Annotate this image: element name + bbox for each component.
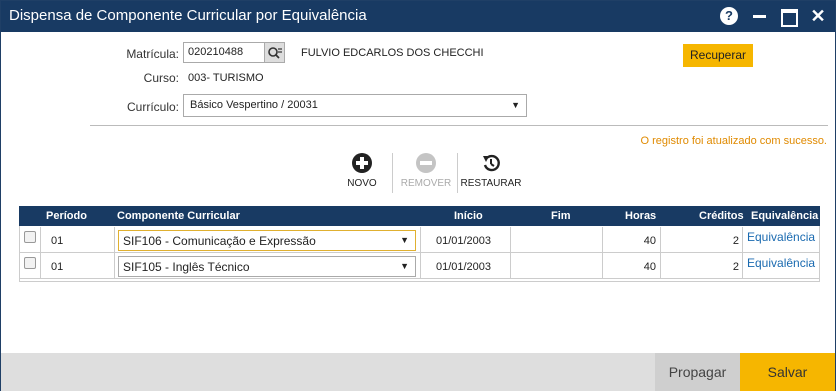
fim-cell[interactable] — [511, 227, 603, 253]
maximize-icon[interactable] — [779, 6, 799, 27]
header-equivalencia[interactable]: Equivalência — [751, 210, 818, 222]
header-creditos[interactable]: Créditos — [699, 210, 744, 222]
remove-icon — [416, 153, 436, 173]
inicio-value[interactable]: 01/01/2003 — [421, 235, 506, 247]
creditos-value[interactable]: 2 — [659, 235, 739, 247]
row-checkbox[interactable] — [24, 257, 36, 269]
window-title: Dispensa de Componente Curricular por Eq… — [9, 7, 367, 24]
status-message: O registro foi atualizado com sucesso. — [640, 135, 827, 147]
componente-select[interactable]: SIF106 - Comunicação e Expressão ▼ — [118, 230, 416, 251]
header-fim[interactable]: Fim — [551, 210, 571, 222]
horas-value[interactable]: 40 — [604, 261, 656, 273]
novo-button[interactable]: NOVO — [327, 153, 397, 189]
componente-selected-value: SIF106 - Comunicação e Expressão — [123, 234, 316, 248]
curso-label: Curso: — [143, 71, 179, 85]
table-row: 01 SIF106 - Comunicação e Expressão ▼ 01… — [19, 227, 820, 253]
header-componente[interactable]: Componente Curricular — [117, 210, 240, 222]
lookup-button[interactable] — [265, 42, 285, 63]
header-horas[interactable]: Horas — [625, 210, 656, 222]
dispensa-window: Dispensa de Componente Curricular por Eq… — [0, 0, 836, 391]
componente-selected-value: SIF105 - Inglês Técnico — [123, 260, 250, 274]
form-divider — [90, 125, 828, 126]
remover-button[interactable]: REMOVER — [391, 153, 461, 189]
periodo-value: 01 — [51, 261, 64, 273]
restaurar-label: RESTAURAR — [460, 178, 522, 189]
fim-cell[interactable] — [511, 253, 603, 279]
inicio-value[interactable]: 01/01/2003 — [421, 261, 506, 273]
recuperar-button[interactable]: Recuperar — [683, 44, 753, 67]
equivalencia-link[interactable]: Equivalência — [747, 256, 815, 270]
add-icon — [352, 153, 372, 173]
curso-value: 003- TURISMO — [188, 72, 264, 84]
componente-select[interactable]: SIF105 - Inglês Técnico ▼ — [118, 256, 416, 277]
salvar-button[interactable]: Salvar — [740, 353, 835, 391]
creditos-value[interactable]: 2 — [659, 261, 739, 273]
curriculo-selected-value: Básico Vespertino / 20031 — [190, 99, 318, 111]
row-checkbox[interactable] — [24, 231, 36, 243]
matricula-label: Matrícula: — [126, 47, 179, 61]
horas-value[interactable]: 40 — [604, 235, 656, 247]
header-inicio[interactable]: Início — [454, 210, 483, 222]
restaurar-button[interactable]: RESTAURAR — [456, 153, 526, 189]
periodo-value: 01 — [51, 235, 64, 247]
curriculo-label: Currículo: — [126, 100, 179, 114]
dropdown-arrow-icon: ▼ — [400, 261, 409, 271]
remover-label: REMOVER — [400, 178, 452, 189]
help-icon[interactable]: ? — [720, 7, 738, 25]
dropdown-arrow-icon: ▼ — [511, 100, 520, 110]
novo-label: NOVO — [347, 178, 377, 189]
curriculo-select[interactable]: Básico Vespertino / 20031 ▼ — [183, 94, 527, 117]
restore-icon — [481, 153, 501, 173]
dropdown-arrow-icon: ▼ — [400, 235, 409, 245]
minimize-icon[interactable] — [750, 6, 770, 26]
matricula-input[interactable]: 020210488 — [183, 42, 265, 63]
table-header: Período Componente Curricular Início Fim… — [19, 206, 820, 226]
table-row: 01 SIF105 - Inglês Técnico ▼ 01/01/2003 … — [19, 253, 820, 279]
search-list-icon — [268, 47, 282, 59]
header-periodo[interactable]: Período — [46, 210, 87, 222]
title-bar: Dispensa de Componente Curricular por Eq… — [1, 1, 835, 32]
equivalencia-link[interactable]: Equivalência — [747, 230, 815, 244]
close-icon[interactable]: ✕ — [808, 6, 828, 26]
student-name: FULVIO EDCARLOS DOS CHECCHI — [301, 47, 484, 59]
propagar-button[interactable]: Propagar — [655, 353, 740, 391]
